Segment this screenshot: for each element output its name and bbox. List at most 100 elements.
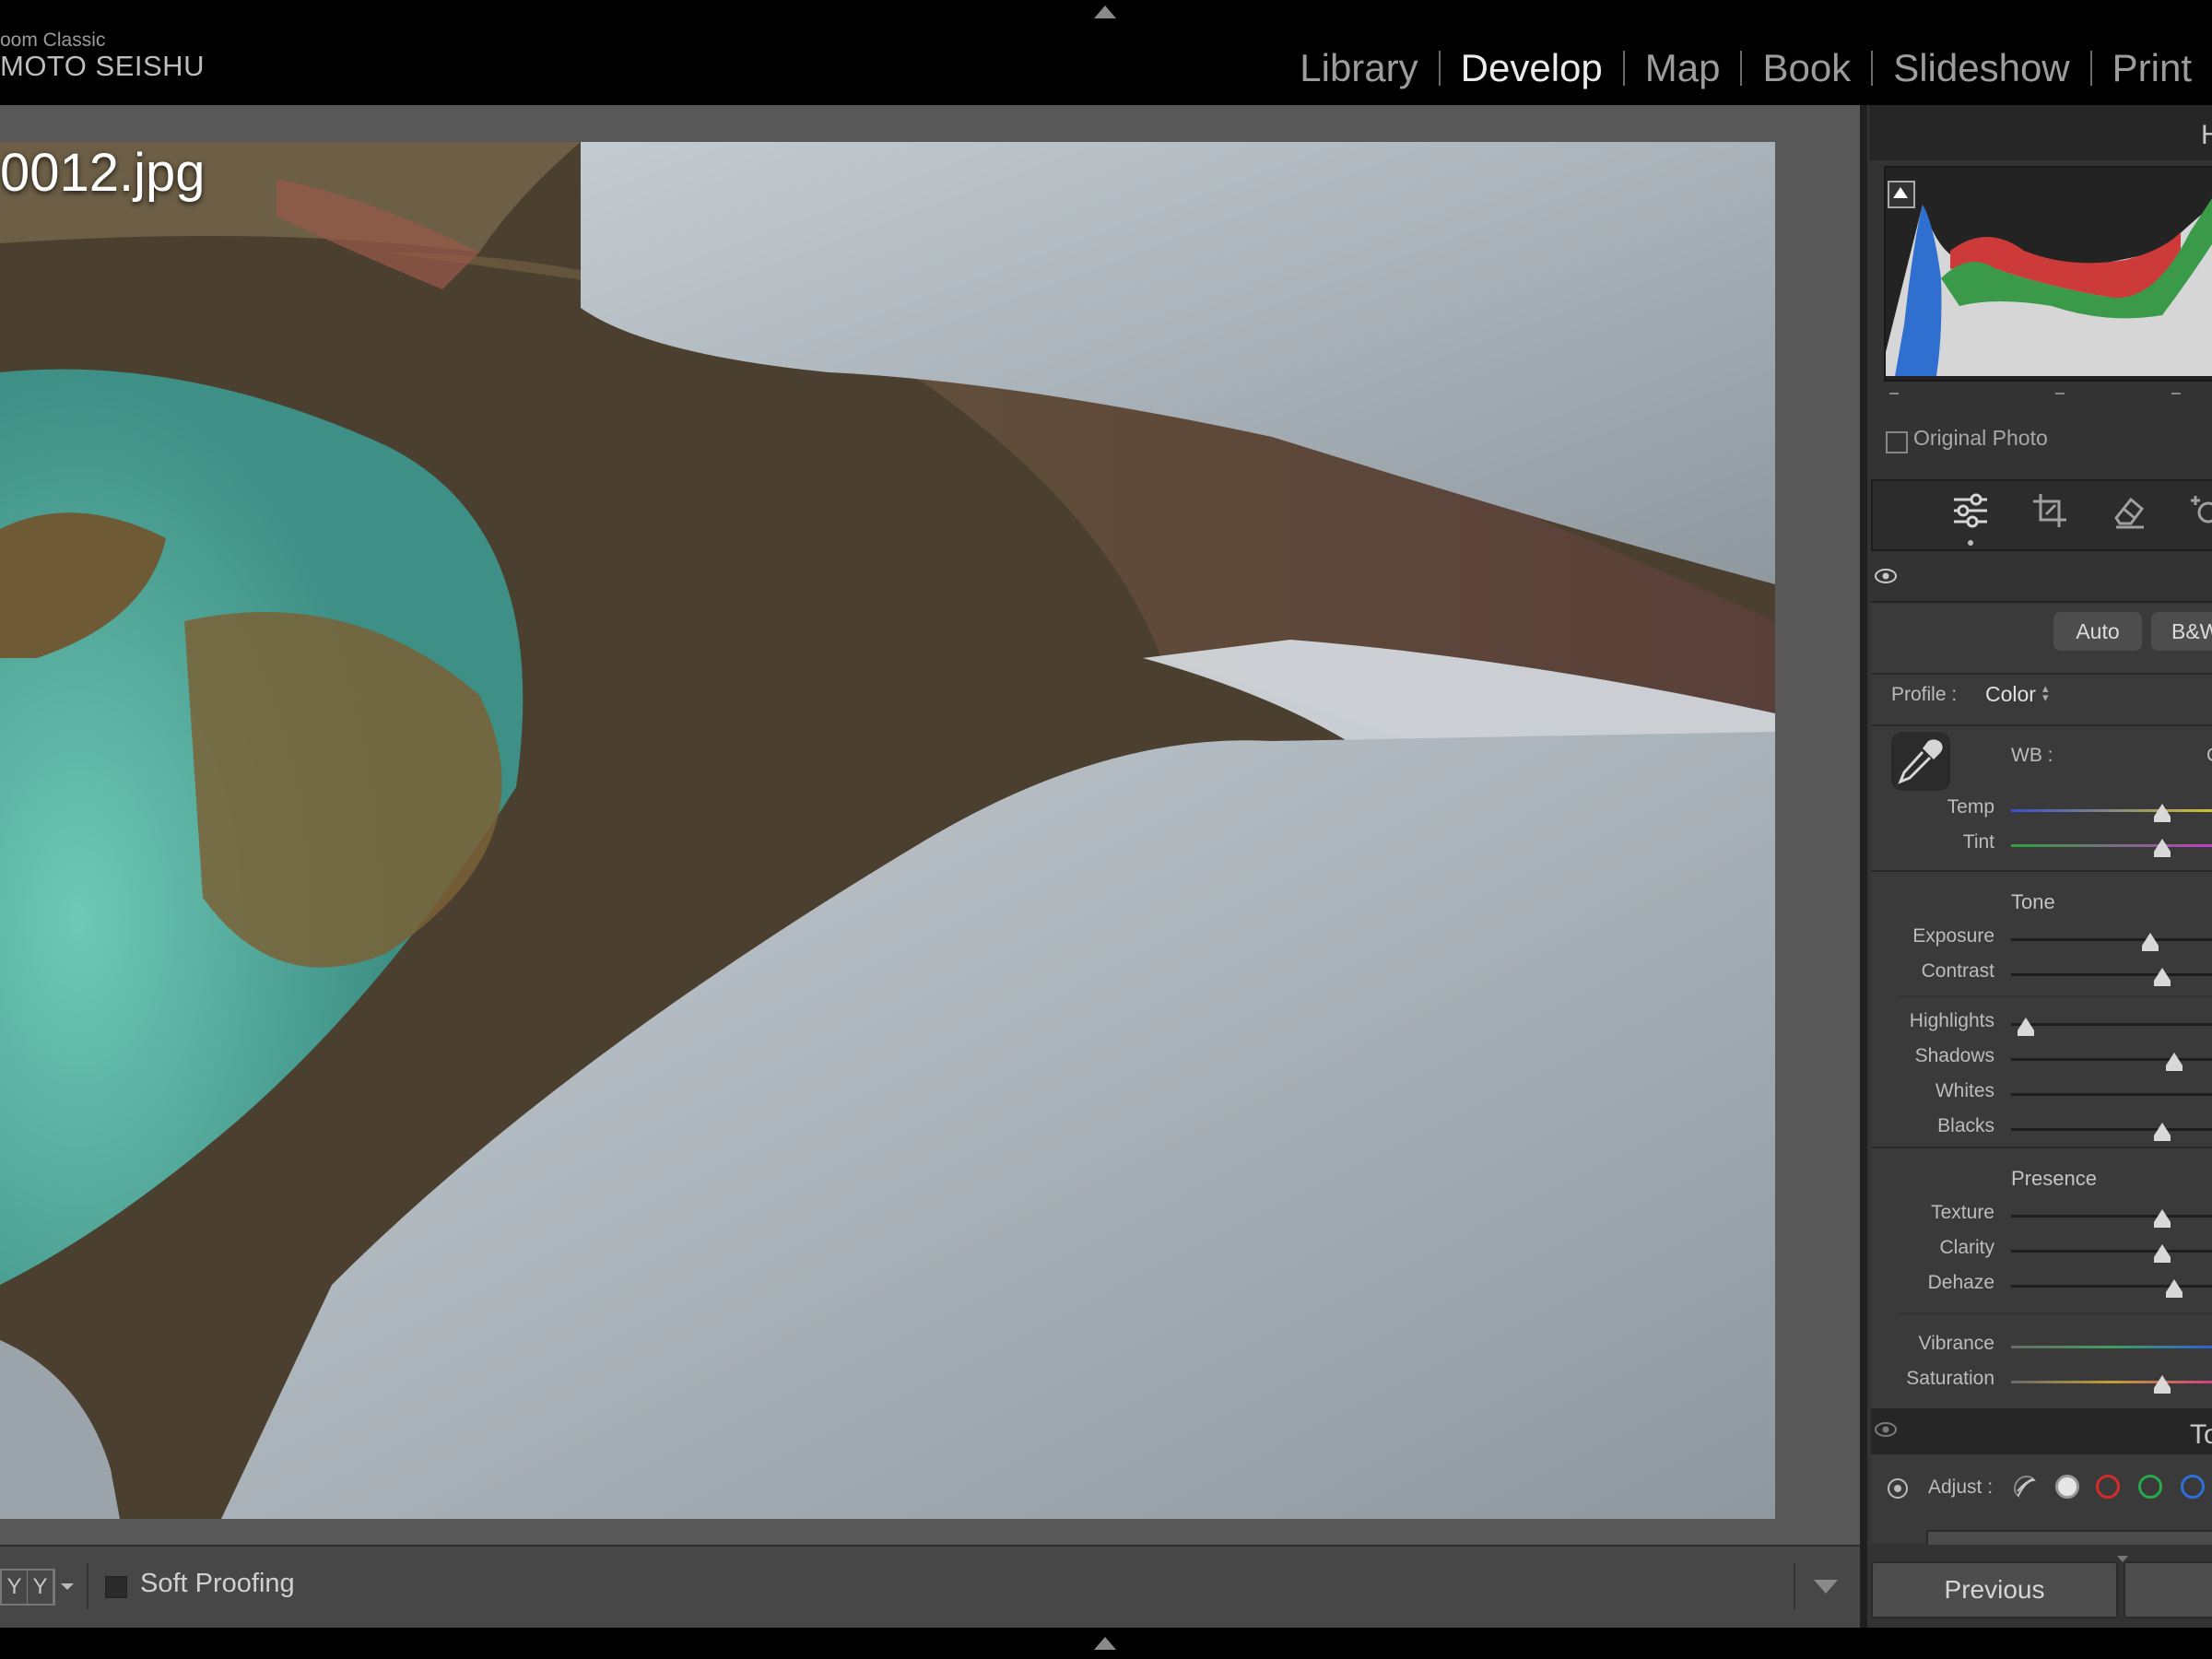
exposure-track[interactable] bbox=[2011, 938, 2212, 941]
divider bbox=[1899, 1312, 2212, 1314]
eye-icon[interactable] bbox=[1875, 569, 1897, 583]
view-mode-y: Y bbox=[2, 1571, 28, 1604]
identity-plate: MOTO SEISHU bbox=[0, 50, 205, 82]
temp-track[interactable] bbox=[2011, 809, 2212, 812]
original-photo-label[interactable]: Original Photo bbox=[1913, 426, 2048, 451]
eraser-icon[interactable] bbox=[2111, 492, 2147, 529]
histogram bbox=[1884, 166, 2212, 382]
blacks-track[interactable] bbox=[2011, 1128, 2212, 1131]
module-library[interactable]: Library bbox=[1279, 41, 1438, 96]
saturation-track[interactable] bbox=[2011, 1381, 2212, 1383]
dehaze-slider-thumb[interactable] bbox=[2166, 1279, 2183, 1292]
green-channel-button[interactable] bbox=[2138, 1475, 2162, 1499]
whites-label: Whites bbox=[1935, 1080, 1994, 1101]
highlights-slider-thumb[interactable] bbox=[2018, 1018, 2035, 1030]
texture-track[interactable] bbox=[2011, 1215, 2212, 1218]
eyedropper-icon bbox=[1898, 739, 1943, 784]
top-panel-toggle-icon[interactable] bbox=[1094, 6, 1116, 18]
tint-label: Tint bbox=[1962, 831, 1994, 853]
blacks-slider-thumb-base bbox=[2154, 1135, 2171, 1141]
temp-slider-thumb-base bbox=[2154, 817, 2171, 822]
saturation-slider-thumb-base bbox=[2154, 1388, 2171, 1394]
histogram-header[interactable] bbox=[1869, 105, 2212, 160]
bw-button[interactable]: B&W bbox=[2151, 612, 2212, 651]
divider bbox=[1871, 870, 2212, 872]
reset-button[interactable] bbox=[2124, 1561, 2212, 1618]
module-map[interactable]: Map bbox=[1625, 41, 1741, 96]
histogram-readout bbox=[2171, 393, 2181, 394]
whites-track[interactable] bbox=[2011, 1093, 2212, 1096]
vibrance-track[interactable] bbox=[2011, 1346, 2212, 1348]
texture-label: Texture bbox=[1931, 1202, 1994, 1223]
soft-proofing-label[interactable]: Soft Proofing bbox=[140, 1569, 295, 1599]
toolbar-divider bbox=[87, 1563, 88, 1609]
saturation-label: Saturation bbox=[1906, 1368, 1994, 1389]
shadows-slider-thumb-base bbox=[2166, 1065, 2183, 1071]
clarity-track[interactable] bbox=[2011, 1250, 2212, 1253]
presence-section-label: Presence bbox=[2011, 1167, 2097, 1190]
original-photo-checkbox[interactable] bbox=[1886, 431, 1908, 453]
module-picker: Library Develop Map Book Slideshow Print bbox=[1279, 41, 2212, 96]
divider bbox=[1871, 1147, 2212, 1148]
clarity-slider-thumb-base bbox=[2154, 1257, 2171, 1263]
sliders-icon[interactable] bbox=[1952, 492, 1989, 529]
toolbar-menu-icon[interactable] bbox=[1814, 1580, 1838, 1594]
crop-icon[interactable] bbox=[2031, 492, 2068, 529]
tint-slider-thumb-base bbox=[2154, 852, 2171, 857]
bottom-panel-toggle-icon[interactable] bbox=[1094, 1637, 1116, 1650]
clarity-slider-thumb[interactable] bbox=[2154, 1244, 2171, 1257]
highlights-slider-thumb-base bbox=[2018, 1030, 2035, 1036]
tone-curve-title: To bbox=[2190, 1419, 2212, 1450]
view-mode-y: Y bbox=[28, 1571, 53, 1604]
updown-arrows-icon[interactable]: ▴ ▾ bbox=[2042, 682, 2049, 703]
contrast-track[interactable] bbox=[2011, 973, 2212, 976]
highlights-label: Highlights bbox=[1909, 1010, 1994, 1031]
shadows-label: Shadows bbox=[1914, 1045, 1994, 1066]
point-curve-rgb-button[interactable] bbox=[2055, 1475, 2079, 1499]
adjust-label: Adjust : bbox=[1928, 1477, 1994, 1498]
module-book[interactable]: Book bbox=[1742, 41, 1871, 96]
wb-select[interactable]: C bbox=[2206, 745, 2212, 767]
blacks-label: Blacks bbox=[1937, 1115, 1994, 1136]
mask-icon[interactable] bbox=[2188, 492, 2212, 529]
soft-proofing-checkbox[interactable] bbox=[105, 1576, 127, 1598]
tint-slider-thumb[interactable] bbox=[2154, 839, 2171, 852]
histogram-readout bbox=[2055, 393, 2065, 394]
view-mode-button[interactable]: Y Y bbox=[0, 1569, 55, 1606]
region-selector[interactable] bbox=[1926, 1530, 2212, 1545]
module-develop[interactable]: Develop bbox=[1441, 41, 1623, 96]
wb-picker-button[interactable] bbox=[1891, 732, 1950, 791]
exposure-slider-thumb[interactable] bbox=[2141, 933, 2159, 946]
parametric-curve-icon[interactable] bbox=[2013, 1475, 2037, 1499]
eye-icon[interactable] bbox=[1875, 1422, 1897, 1437]
tone-curve-header[interactable] bbox=[1871, 1408, 2212, 1454]
app-name: oom Classic bbox=[0, 29, 106, 51]
auto-button[interactable]: Auto bbox=[2053, 612, 2142, 651]
saturation-slider-thumb[interactable] bbox=[2154, 1375, 2171, 1388]
wb-label: WB : bbox=[2011, 745, 2053, 766]
previous-button[interactable]: Previous bbox=[1871, 1561, 2118, 1618]
texture-slider-thumb-base bbox=[2154, 1222, 2171, 1228]
toolbar-divider bbox=[1794, 1563, 1795, 1609]
module-print[interactable]: Print bbox=[2092, 41, 2212, 96]
photo-canvas bbox=[0, 105, 1860, 1545]
chevron-down-icon[interactable] bbox=[61, 1583, 74, 1590]
photo-image[interactable] bbox=[0, 142, 1775, 1519]
blue-channel-button[interactable] bbox=[2181, 1475, 2205, 1499]
module-slideshow[interactable]: Slideshow bbox=[1873, 41, 2089, 96]
red-channel-button[interactable] bbox=[2096, 1475, 2120, 1499]
divider bbox=[1871, 673, 2212, 675]
clarity-label: Clarity bbox=[1939, 1237, 1994, 1258]
temp-slider-thumb[interactable] bbox=[2154, 804, 2171, 817]
highlights-track[interactable] bbox=[2011, 1023, 2212, 1026]
tint-track[interactable] bbox=[2011, 844, 2212, 847]
divider bbox=[1899, 995, 2212, 997]
vibrance-label: Vibrance bbox=[1918, 1333, 1994, 1354]
contrast-slider-thumb[interactable] bbox=[2154, 968, 2171, 981]
shadows-slider-thumb[interactable] bbox=[2166, 1053, 2183, 1065]
blacks-slider-thumb[interactable] bbox=[2154, 1123, 2171, 1135]
texture-slider-thumb[interactable] bbox=[2154, 1209, 2171, 1222]
profile-select[interactable]: Color bbox=[1985, 682, 2036, 707]
dehaze-label: Dehaze bbox=[1927, 1272, 1994, 1293]
tone-section-label: Tone bbox=[2011, 890, 2055, 913]
